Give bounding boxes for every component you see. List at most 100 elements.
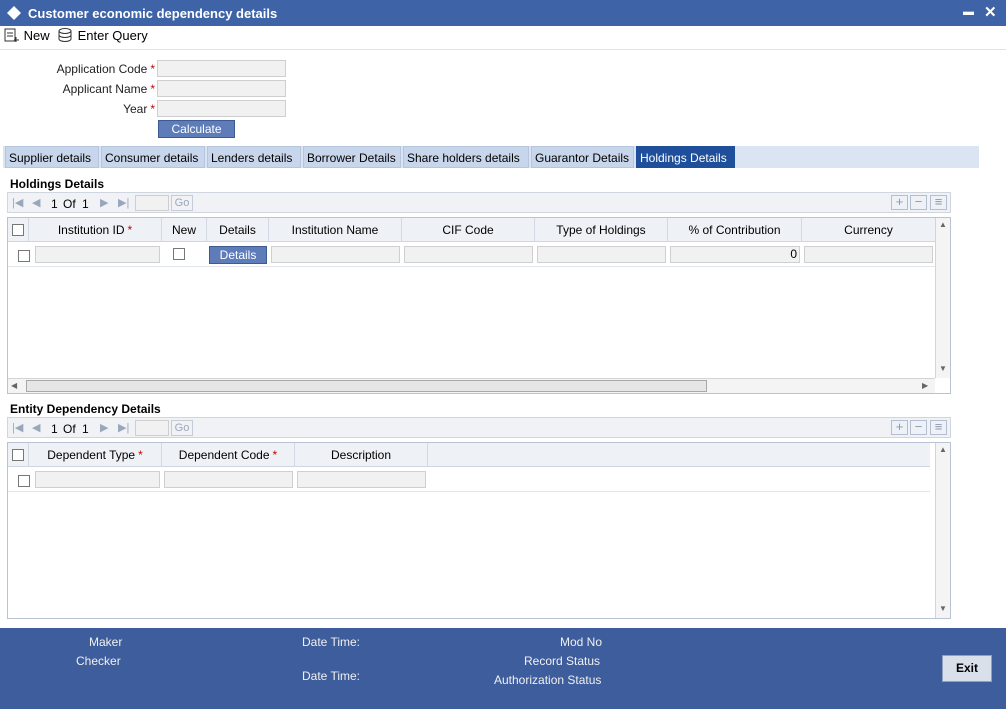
single-view-icon[interactable]: ≡ (930, 195, 947, 210)
holdings-section-title: Holdings Details (10, 177, 105, 191)
new-label: New (23, 28, 50, 43)
col-dependent-type: Dependent Type * (29, 443, 162, 467)
scroll-up-icon[interactable]: ▲ (939, 220, 947, 229)
row-select-checkbox[interactable] (18, 475, 30, 487)
holdings-page-input[interactable] (135, 195, 169, 211)
checker-date-time-label: Date Time: (302, 669, 361, 683)
tab-consumer-details[interactable]: Consumer details (101, 146, 205, 168)
exit-button[interactable]: Exit (942, 655, 992, 682)
mod-no-label: Mod No (560, 635, 603, 649)
prev-page-icon[interactable]: ◀ (32, 196, 40, 209)
currency-field[interactable] (804, 246, 933, 263)
entity-vertical-scrollbar[interactable]: ▲ ▼ (935, 443, 950, 618)
entity-pager: |◀ ◀ 1 Of 1 ▶ ▶| Go + − ≡ (7, 417, 951, 438)
dependent-code-field[interactable] (164, 471, 293, 488)
contribution-field[interactable]: 0 (670, 246, 800, 263)
institution-id-field[interactable] (35, 246, 160, 263)
first-page-icon[interactable]: |◀ (12, 196, 23, 209)
entity-page-total: 1 (82, 422, 89, 436)
row-select-checkbox[interactable] (18, 250, 30, 262)
close-icon[interactable]: ✕ (984, 3, 997, 21)
holdings-page-of: Of (63, 197, 76, 211)
holdings-row: Details 0 (8, 243, 935, 267)
next-page-icon[interactable]: ▶ (100, 196, 108, 209)
col-dependent-code: Dependent Code * (162, 443, 295, 467)
select-all-cell (8, 443, 29, 467)
select-all-cell (8, 218, 29, 242)
delete-row-icon[interactable]: − (910, 420, 927, 435)
col-institution-id: Institution ID * (29, 218, 162, 242)
tab-lenders-details[interactable]: Lenders details (207, 146, 301, 168)
scroll-down-icon[interactable]: ▼ (939, 364, 947, 373)
enter-query-button[interactable]: Enter Query (58, 28, 148, 43)
col-new: New (162, 218, 207, 242)
select-all-checkbox[interactable] (12, 449, 24, 461)
type-of-holdings-field[interactable] (537, 246, 666, 263)
record-status-label: Record Status (524, 654, 601, 668)
year-label: Year * (123, 102, 155, 116)
scroll-right-icon[interactable]: ▶ (922, 381, 928, 390)
applicant-name-label: Applicant Name * (62, 82, 155, 96)
cif-code-field[interactable] (404, 246, 533, 263)
maker-date-time-label: Date Time: (302, 635, 361, 649)
maker-label: Maker (89, 635, 123, 649)
query-icon (58, 28, 72, 42)
prev-page-icon[interactable]: ◀ (32, 421, 40, 434)
dependent-type-field[interactable] (35, 471, 160, 488)
new-button[interactable]: New (4, 28, 50, 43)
holdings-horizontal-scrollbar[interactable]: ◀ ▶ (8, 378, 935, 393)
entity-page-of: Of (63, 422, 76, 436)
application-code-label: Application Code * (56, 62, 155, 76)
window-titlebar: Customer economic dependency details ▬ ✕ (0, 0, 1006, 26)
col-institution-name: Institution Name (269, 218, 402, 242)
select-all-checkbox[interactable] (12, 224, 24, 236)
single-view-icon[interactable]: ≡ (930, 420, 947, 435)
minimize-icon[interactable]: ▬ (963, 6, 974, 18)
institution-name-field[interactable] (271, 246, 400, 263)
entity-page-input[interactable] (135, 420, 169, 436)
holdings-page-current: 1 (51, 197, 58, 211)
first-page-icon[interactable]: |◀ (12, 421, 23, 434)
tab-holdings-details[interactable]: Holdings Details (636, 146, 735, 168)
applicant-name-field[interactable] (157, 80, 286, 97)
scroll-down-icon[interactable]: ▼ (939, 604, 947, 613)
add-row-icon[interactable]: + (891, 195, 908, 210)
holdings-grid: Institution ID * New Details Institution … (7, 217, 951, 394)
next-page-icon[interactable]: ▶ (100, 421, 108, 434)
add-row-icon[interactable]: + (891, 420, 908, 435)
tab-borrower-details[interactable]: Borrower Details (303, 146, 401, 168)
entity-grid: Dependent Type * Dependent Code * Descript… (7, 442, 951, 619)
last-page-icon[interactable]: ▶| (118, 421, 129, 434)
holdings-page-total: 1 (82, 197, 89, 211)
new-checkbox[interactable] (173, 248, 185, 260)
window-diamond-icon (7, 6, 21, 20)
application-code-field[interactable] (157, 60, 286, 77)
entity-go-button[interactable]: Go (171, 420, 193, 436)
description-field[interactable] (297, 471, 426, 488)
holdings-go-button[interactable]: Go (171, 195, 193, 211)
toolbar: New Enter Query (0, 26, 1006, 50)
tab-supplier-details[interactable]: Supplier details (5, 146, 99, 168)
tab-strip: Supplier details Consumer details Lender… (3, 146, 979, 168)
year-field[interactable] (157, 100, 286, 117)
col-description: Description (295, 443, 428, 467)
scroll-up-icon[interactable]: ▲ (939, 445, 947, 454)
horizontal-scroll-thumb[interactable] (26, 380, 707, 392)
window-title: Customer economic dependency details (28, 6, 278, 21)
entity-section-title: Entity Dependency Details (10, 402, 161, 416)
col-cif-code: CIF Code (402, 218, 535, 242)
col-details: Details (207, 218, 269, 242)
delete-row-icon[interactable]: − (910, 195, 927, 210)
holdings-vertical-scrollbar[interactable]: ▲ ▼ (935, 218, 950, 378)
enter-query-label: Enter Query (77, 28, 148, 43)
tab-share-holders-details[interactable]: Share holders details (403, 146, 529, 168)
scroll-left-icon[interactable]: ◀ (11, 381, 17, 390)
calculate-button[interactable]: Calculate (158, 120, 235, 138)
entity-header-row: Dependent Type * Dependent Code * Descript… (8, 443, 930, 467)
col-currency: Currency (844, 223, 893, 237)
col-contribution: % of Contribution (668, 218, 802, 242)
last-page-icon[interactable]: ▶| (118, 196, 129, 209)
tab-guarantor-details[interactable]: Guarantor Details (531, 146, 634, 168)
details-button[interactable]: Details (209, 246, 267, 264)
col-type-of-holdings: Type of Holdings (535, 218, 668, 242)
